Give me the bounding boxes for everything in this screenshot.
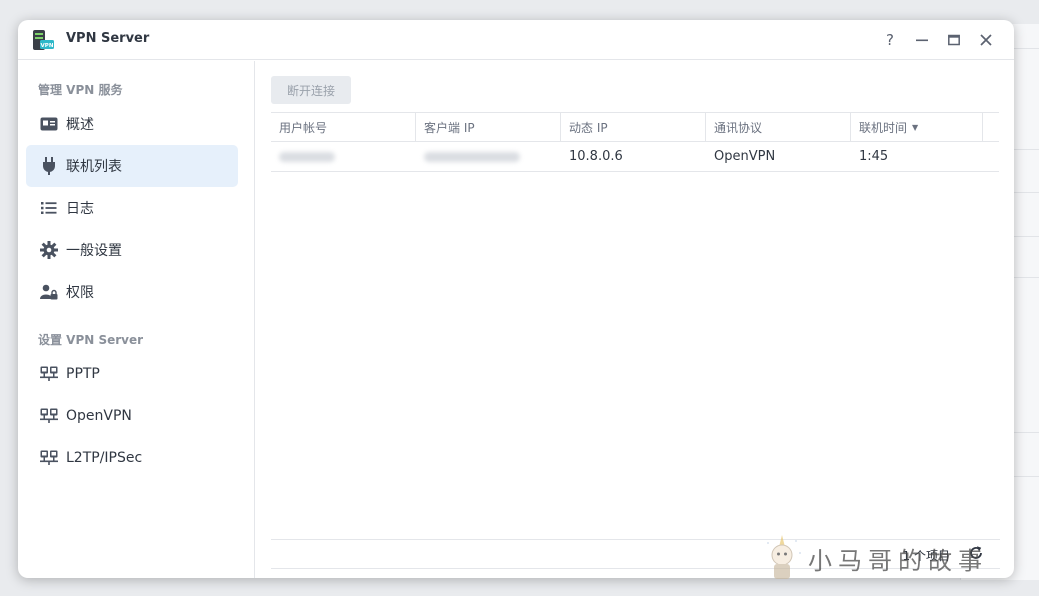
sidebar-item-label: 概述	[66, 117, 94, 133]
sidebar: 管理 VPN 服务 概述 联机列表 日志 一般设置 权限 设置 VPN Serv…	[18, 61, 255, 578]
sidebar-item-label: OpenVPN	[66, 408, 132, 424]
column-header-dynamic-ip[interactable]: 动态 IP	[561, 113, 706, 142]
connection-table: 用户帐号 客户端 IP 动态 IP 通讯协议 联机时间 ▼ 10.8.0.6 O…	[271, 112, 999, 172]
window-title: VPN Server	[66, 31, 150, 46]
help-icon: ?	[886, 31, 894, 49]
sidebar-item-label: 联机列表	[66, 159, 122, 175]
cell-dynamic-ip: 10.8.0.6	[569, 149, 623, 164]
table-row[interactable]: 10.8.0.6 OpenVPN 1:45	[271, 142, 999, 172]
column-header-connected-time[interactable]: 联机时间 ▼	[851, 113, 983, 142]
redacted-user	[279, 151, 335, 162]
sidebar-item-label: PPTP	[66, 366, 100, 382]
redacted-client-ip	[424, 151, 520, 162]
gear-icon	[40, 241, 58, 259]
disconnect-button[interactable]: 断开连接	[271, 76, 351, 104]
main-content: 断开连接 用户帐号 客户端 IP 动态 IP 通讯协议 联机时间 ▼ 10.8.…	[271, 61, 1000, 578]
overview-card-icon	[40, 115, 58, 133]
sidebar-item-connection-list[interactable]: 联机列表	[26, 145, 238, 187]
watermark-text: 小马哥的故事	[808, 547, 988, 575]
sidebar-item-label: 日志	[66, 201, 94, 217]
cell-client-ip	[416, 142, 561, 171]
network-icon	[40, 449, 58, 467]
title-bar[interactable]: VPN VPN Server ?	[18, 20, 1014, 60]
section-title-setup: 设置 VPN Server	[38, 333, 144, 347]
section-title-manage: 管理 VPN 服务	[38, 83, 123, 97]
sidebar-item-pptp[interactable]: PPTP	[26, 353, 238, 395]
maximize-button[interactable]	[942, 28, 966, 52]
close-icon	[980, 34, 992, 46]
svg-text:VPN: VPN	[41, 43, 54, 49]
sidebar-item-openvpn[interactable]: OpenVPN	[26, 395, 238, 437]
cell-user	[271, 142, 416, 171]
sort-descending-icon: ▼	[912, 123, 919, 132]
vpn-server-window: VPN VPN Server ? 管理 VPN 服务 概述 联机列表 日志 一般…	[18, 20, 1014, 578]
watermark: 小马哥的故事	[760, 533, 990, 583]
close-button[interactable]	[974, 28, 998, 52]
table-header: 用户帐号 客户端 IP 动态 IP 通讯协议 联机时间 ▼	[271, 112, 999, 142]
sidebar-item-label: L2TP/IPSec	[66, 450, 143, 466]
sidebar-item-permissions[interactable]: 权限	[26, 271, 238, 313]
plug-icon	[40, 157, 58, 175]
sidebar-item-label: 一般设置	[66, 243, 122, 259]
column-header-protocol[interactable]: 通讯协议	[706, 113, 851, 142]
help-button[interactable]: ?	[878, 28, 902, 52]
minimize-button[interactable]	[910, 28, 934, 52]
column-header-client-ip[interactable]: 客户端 IP	[416, 113, 561, 142]
sidebar-item-l2tp-ipsec[interactable]: L2TP/IPSec	[26, 437, 238, 479]
sidebar-item-general-settings[interactable]: 一般设置	[26, 229, 238, 271]
user-lock-icon	[40, 283, 58, 301]
unicorn-mascot-icon	[767, 535, 801, 579]
sidebar-item-overview[interactable]: 概述	[26, 103, 238, 145]
network-icon	[40, 365, 58, 383]
sidebar-item-label: 权限	[66, 285, 94, 301]
column-header-user[interactable]: 用户帐号	[271, 113, 416, 142]
vpn-server-app-icon: VPN	[33, 30, 54, 50]
cell-protocol: OpenVPN	[714, 149, 776, 164]
list-icon	[40, 199, 58, 217]
maximize-icon	[948, 34, 960, 46]
network-icon	[40, 407, 58, 425]
cell-connected-time: 1:45	[859, 149, 889, 164]
minimize-icon	[916, 39, 928, 42]
sidebar-item-log[interactable]: 日志	[26, 187, 238, 229]
